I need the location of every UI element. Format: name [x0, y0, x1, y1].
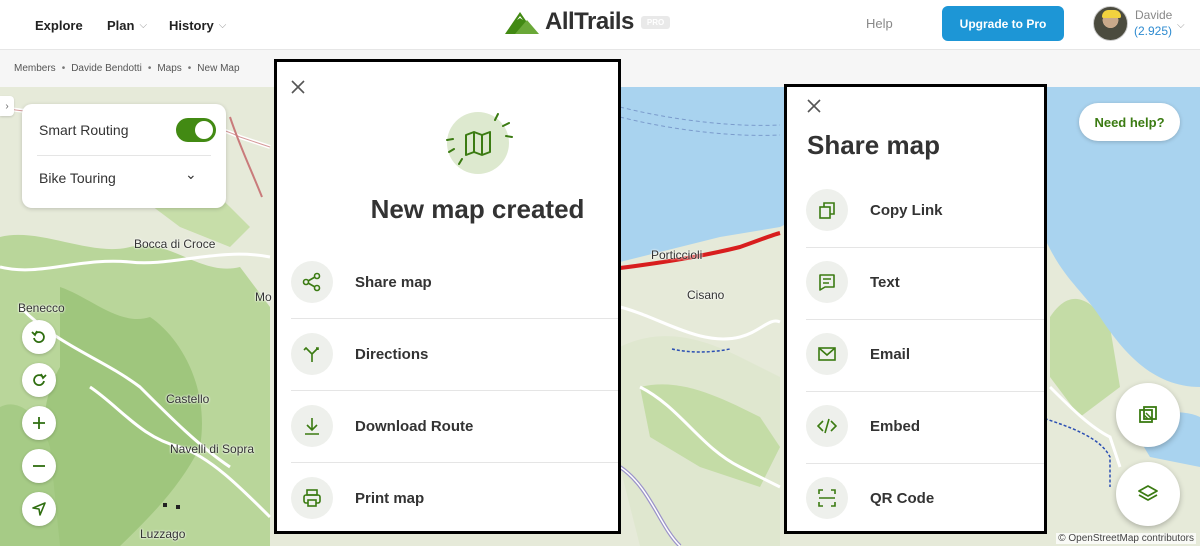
map-label-castello: Castello — [166, 392, 210, 406]
message-icon — [806, 261, 848, 303]
share-map-label: Share map — [355, 273, 432, 291]
breadcrumb-maps[interactable]: Maps — [157, 63, 181, 74]
location-arrow-icon — [32, 502, 46, 516]
dialog-title: Share map — [807, 130, 940, 160]
chevron-down-icon: ⌵ — [139, 19, 148, 31]
dialog-title: New map created — [370, 194, 585, 224]
map-label-benecco: Benecco — [18, 301, 65, 315]
plus-icon — [33, 417, 45, 429]
embed-label: Embed — [870, 417, 921, 435]
map-label-navelli-di-sopra: Navelli di Sopra — [170, 442, 255, 456]
share-map-option[interactable]: Share map — [291, 246, 618, 318]
chevron-down-icon[interactable]: ⌵ — [1177, 20, 1185, 31]
print-icon — [291, 477, 333, 519]
print-map-option[interactable]: Print map — [291, 462, 618, 534]
print-map-label: Print map — [355, 489, 425, 507]
need-help-button[interactable]: Need help? — [1079, 103, 1180, 141]
nav-history[interactable]: History ⌵ — [169, 0, 226, 50]
email-option[interactable]: Email — [806, 318, 1046, 390]
undo-button[interactable] — [22, 320, 56, 354]
map-label-cisano: Cisano — [687, 288, 725, 302]
email-label: Email — [870, 345, 911, 363]
breadcrumb-current: New Map — [197, 63, 240, 74]
download-icon — [291, 405, 333, 447]
redo-icon — [33, 373, 47, 386]
text-option[interactable]: Text — [806, 246, 1046, 318]
layers-button[interactable] — [1116, 462, 1180, 526]
top-header: Explore Plan ⌵ History ⌵ AllTrails PRO Hel… — [0, 0, 1200, 50]
zoom-out-button[interactable] — [22, 449, 56, 483]
overlay-icon — [1139, 406, 1157, 423]
user-points: (2.925) — [1134, 24, 1173, 38]
new-map-created-dialog: New map created Share map Directions Dow… — [274, 59, 621, 534]
email-icon — [806, 333, 848, 375]
breadcrumb-user[interactable]: Davide Bendotti — [71, 63, 142, 74]
routing-card: Smart Routing Bike Touring ⌄ — [22, 104, 226, 208]
sidebar-expand-tab[interactable]: › — [0, 96, 14, 116]
minus-icon — [33, 465, 45, 467]
copy-icon — [806, 189, 848, 231]
breadcrumb-separator: • — [61, 63, 66, 74]
breadcrumb-separator: • — [147, 63, 152, 74]
breadcrumb-members[interactable]: Members — [14, 63, 56, 74]
redo-button[interactable] — [22, 363, 56, 397]
avatar[interactable] — [1093, 6, 1128, 41]
qr-code-label: QR Code — [870, 489, 935, 507]
code-icon — [806, 405, 848, 447]
nav-plan-label: Plan — [107, 17, 135, 33]
logo-text: AllTrails — [545, 8, 634, 35]
copy-link-option[interactable]: Copy Link — [806, 174, 1046, 246]
locate-button[interactable] — [22, 492, 56, 526]
breadcrumb: Members • Davide Bendotti • Maps • New Map — [14, 63, 240, 74]
text-label: Text — [870, 273, 900, 291]
chevron-down-icon[interactable]: ⌄ — [185, 166, 197, 183]
map-attribution[interactable]: © OpenStreetMap contributors — [1056, 533, 1196, 544]
activity-select[interactable]: Bike Touring — [39, 170, 116, 186]
pro-tag: PRO — [640, 15, 671, 29]
nav-explore[interactable]: Explore — [35, 0, 83, 50]
sparkle-lines-icon — [446, 113, 513, 165]
close-icon[interactable] — [805, 97, 823, 115]
help-link[interactable]: Help — [866, 16, 893, 31]
copy-link-label: Copy Link — [870, 201, 943, 219]
divider — [37, 155, 211, 156]
download-route-label: Download Route — [355, 417, 474, 435]
share-icon — [291, 261, 333, 303]
smart-routing-toggle[interactable] — [176, 118, 216, 142]
nav-explore-label: Explore — [35, 17, 83, 33]
download-route-option[interactable]: Download Route — [291, 390, 618, 462]
upgrade-button[interactable]: Upgrade to Pro — [942, 6, 1064, 41]
directions-option[interactable]: Directions — [291, 318, 618, 390]
directions-icon — [291, 333, 333, 375]
map-label-bocca-di-croce: Bocca di Croce — [134, 237, 216, 251]
undo-icon — [31, 330, 45, 343]
nav-plan[interactable]: Plan ⌵ — [107, 0, 147, 50]
map-label-luzzago: Luzzago — [140, 527, 186, 541]
breadcrumb-separator: • — [187, 63, 192, 74]
nav-history-label: History — [169, 17, 214, 33]
qr-code-option[interactable]: QR Code — [806, 462, 1046, 534]
chevron-down-icon: ⌵ — [218, 19, 227, 31]
overlay-button[interactable] — [1116, 383, 1180, 447]
zoom-in-button[interactable] — [22, 406, 56, 440]
map-label-porticcioli: Porticcioli — [651, 248, 703, 262]
mountain-logo-icon — [505, 12, 539, 34]
smart-routing-label: Smart Routing — [39, 122, 129, 138]
directions-label: Directions — [355, 345, 429, 363]
qr-code-icon — [806, 477, 848, 519]
close-icon[interactable] — [289, 78, 307, 96]
share-map-dialog: Share map Copy Link Text Email Embed QR … — [784, 84, 1047, 534]
user-name[interactable]: Davide — [1135, 8, 1172, 22]
map-label-mo: Mo — [255, 290, 272, 304]
layers-icon — [1138, 485, 1158, 501]
alltrails-logo[interactable]: AllTrails PRO — [505, 8, 671, 36]
embed-option[interactable]: Embed — [806, 390, 1046, 462]
